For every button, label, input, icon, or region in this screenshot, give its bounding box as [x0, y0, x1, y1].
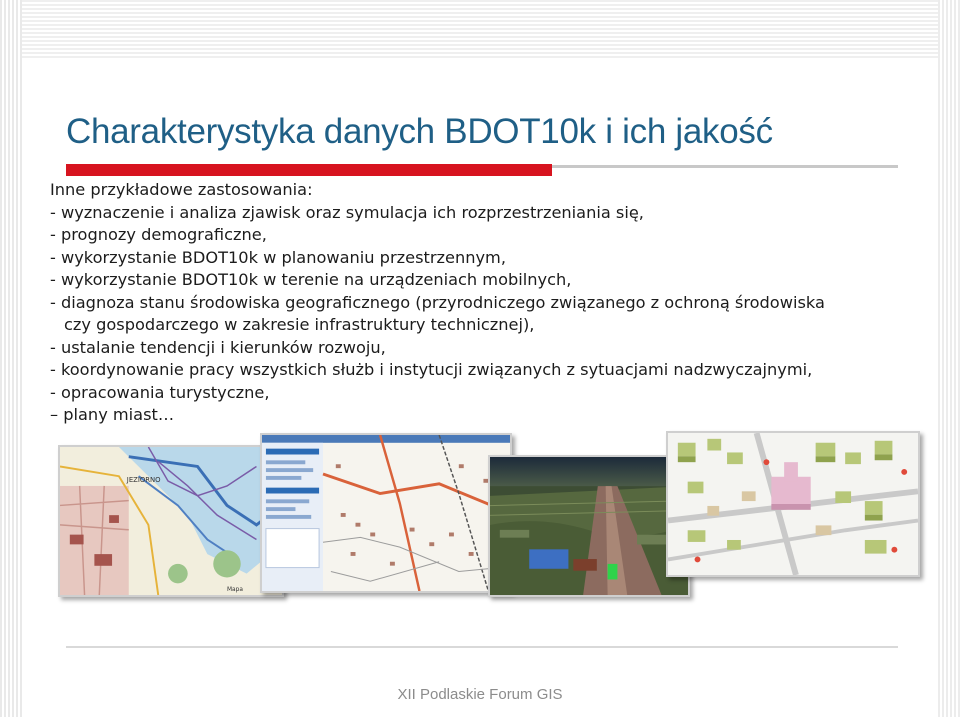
body-line: - prognozy demograficzne,	[50, 225, 267, 244]
title-underline-accent	[66, 164, 552, 176]
slide-body: Inne przykładowe zastosowania: - wyznacz…	[50, 179, 950, 427]
footer-rule	[66, 646, 898, 648]
body-line: - wykorzystanie BDOT10k w planowaniu prz…	[50, 247, 506, 267]
body-line: – plany miast…	[50, 405, 175, 424]
body-line: - wykorzystanie BDOT10k w terenie na urz…	[50, 270, 572, 289]
body-line: - wyznaczenie i analiza zjawisk oraz sym…	[50, 202, 644, 222]
terrain-3d-image	[488, 455, 690, 597]
topographic-map-image: JEZIORNO Mapa	[58, 445, 284, 597]
gis-application-graphic	[262, 435, 510, 591]
left-decoration	[0, 0, 22, 717]
city-3d-model-graphic	[668, 433, 918, 575]
body-line: czy gospodarczego w zakresie infrastrukt…	[64, 315, 535, 334]
example-images: JEZIORNO Mapa	[40, 425, 920, 600]
terrain-3d-graphic	[490, 457, 688, 595]
topographic-map-graphic: JEZIORNO Mapa	[60, 447, 282, 595]
footer-text: XII Podlaskie Forum GIS	[397, 686, 563, 703]
gis-application-image	[260, 433, 512, 593]
body-line: - ustalanie tendencji i kierunków rozwoj…	[50, 337, 386, 357]
title-underline-rule	[552, 165, 898, 168]
map-scale-label: Mapa	[227, 587, 243, 593]
top-decoration	[22, 0, 938, 58]
slide-title: Charakterystyka danych BDOT10k i ich jak…	[66, 112, 773, 151]
body-line: - opracowania turystyczne,	[50, 382, 270, 402]
map-place-label: JEZIORNO	[126, 476, 161, 484]
body-line: Inne przykładowe zastosowania:	[50, 180, 313, 199]
body-line: - koordynowanie pracy wszystkich służb i…	[50, 360, 813, 379]
body-line: - diagnoza stanu środowiska geograficzne…	[50, 292, 825, 312]
city-3d-model-image	[666, 431, 920, 577]
